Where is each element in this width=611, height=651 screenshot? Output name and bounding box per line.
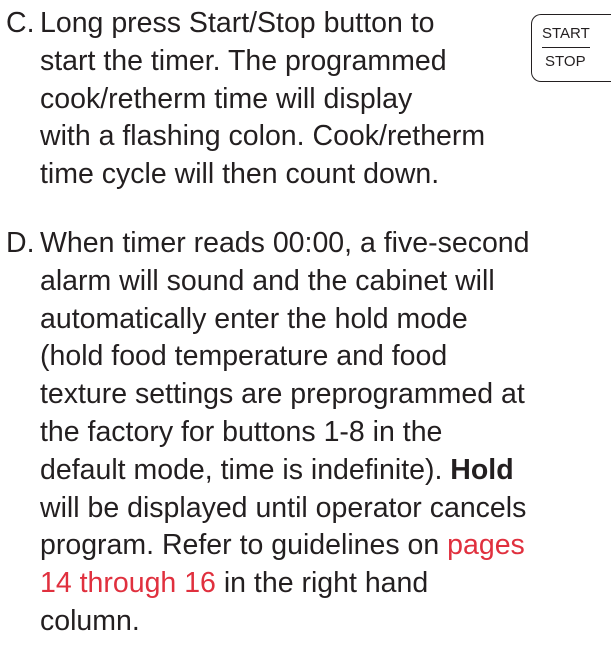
step-d-line-1: When timer reads 00:00, a five-second (40, 227, 530, 259)
pages-link-part-1[interactable]: pages (447, 529, 525, 561)
manual-page: C. Long press Start/Stop button to start… (0, 0, 611, 651)
start-label: START (542, 25, 590, 42)
key-divider (542, 47, 590, 48)
step-c-line-2: start the timer. The programmed (40, 44, 447, 77)
step-d-line-7: default mode, time is indefinite). Hold (40, 452, 606, 490)
step-d-line-8: will be displayed until operator cancels (40, 491, 527, 524)
step-d-line-2: alarm will sound and the cabinet will (40, 264, 495, 297)
step-c-line-5: time cycle will then count down. (40, 158, 440, 191)
step-c-line-3: cook/retherm time will display (40, 82, 413, 115)
step-d-line-5: texture settings are preprogrammed at (40, 378, 525, 411)
step-d-text: When timer reads 00:00, a five-second al… (6, 225, 606, 641)
step-d-line-9: program. Refer to guidelines on pages (40, 527, 606, 565)
step-d-line-11: column. (40, 604, 140, 637)
step-d-line-6: the factory for buttons 1-8 in the (40, 415, 443, 448)
step-d-line-3: automatically enter the hold mode (40, 302, 468, 335)
step-c: C. Long press Start/Stop button to start… (6, 5, 526, 194)
stop-label: STOP (545, 53, 586, 70)
step-d-line-9-text: program. Refer to guidelines on (40, 529, 440, 562)
step-c-line-4: with a flashing colon. Cook/retherm (40, 120, 486, 153)
step-d-line-4: (hold food temperature and food (40, 340, 448, 373)
step-d-marker: D. (6, 227, 35, 259)
step-c-text: Long press Start/Stop button to start th… (6, 5, 526, 194)
pages-link-part-2[interactable]: 14 through 16 (40, 567, 216, 599)
start-stop-key-icon: START STOP (531, 14, 611, 82)
step-d-line-10-text: in the right hand (223, 567, 429, 600)
step-d: D. When timer reads 00:00, a five-second… (6, 225, 606, 641)
step-d-line-10: 14 through 16 in the right hand (40, 565, 606, 603)
step-d-line-7-text: default mode, time is indefinite). (40, 453, 443, 486)
hold-label: Hold (450, 453, 514, 486)
step-c-marker: C. (6, 7, 35, 39)
step-c-line-1: Long press Start/Stop button to (40, 7, 435, 39)
